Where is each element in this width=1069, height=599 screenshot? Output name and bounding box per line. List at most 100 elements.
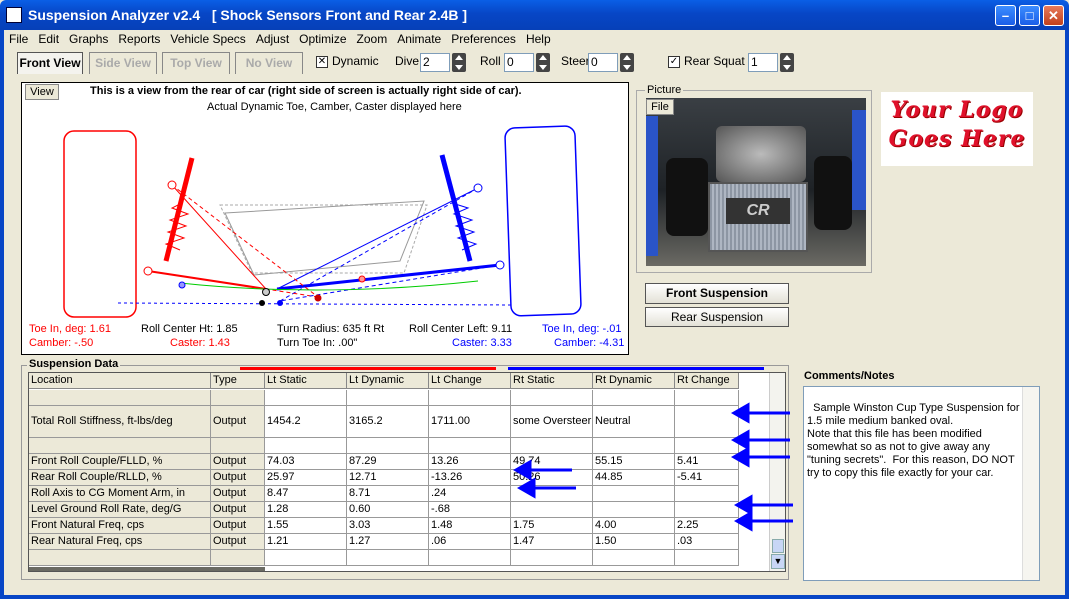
table-cell[interactable] xyxy=(675,486,739,502)
menu-edit[interactable]: Edit xyxy=(33,30,64,48)
table-cell[interactable]: Neutral xyxy=(593,406,675,438)
table-cell[interactable]: 49.74 xyxy=(511,454,593,470)
table-cell[interactable]: 3165.2 xyxy=(347,406,429,438)
table-cell[interactable] xyxy=(511,390,593,406)
table-cell[interactable] xyxy=(429,438,511,454)
table-cell[interactable] xyxy=(211,550,265,566)
menu-reports[interactable]: Reports xyxy=(113,30,165,48)
table-cell[interactable]: Front Roll Couple/FLLD, % xyxy=(29,454,211,470)
table-cell[interactable] xyxy=(675,502,739,518)
table-cell[interactable]: Output xyxy=(211,470,265,486)
rear-suspension-button[interactable]: Rear Suspension xyxy=(645,307,789,327)
table-cell[interactable]: 25.97 xyxy=(265,470,347,486)
view-button[interactable]: View xyxy=(25,84,59,100)
table-cell[interactable] xyxy=(29,390,211,406)
table-cell[interactable] xyxy=(265,550,347,566)
table-cell[interactable] xyxy=(675,390,739,406)
menu-vehicle-specs[interactable]: Vehicle Specs xyxy=(165,30,250,48)
table-cell[interactable]: 1.21 xyxy=(265,534,347,550)
tab-side-view[interactable]: Side View xyxy=(89,52,157,74)
table-cell[interactable] xyxy=(593,502,675,518)
table-cell[interactable] xyxy=(265,390,347,406)
dive-spinner[interactable] xyxy=(452,53,466,72)
table-cell[interactable] xyxy=(211,390,265,406)
roll-spinner[interactable] xyxy=(536,53,550,72)
table-cell[interactable]: 87.29 xyxy=(347,454,429,470)
table-cell[interactable] xyxy=(511,438,593,454)
table-cell[interactable]: .03 xyxy=(675,534,739,550)
table-cell[interactable]: -13.26 xyxy=(429,470,511,486)
column-header-location[interactable]: Location xyxy=(29,373,211,389)
dynamic-checkbox[interactable]: ✕ Dynamic xyxy=(316,54,379,68)
notes-scrollbar[interactable] xyxy=(1022,387,1039,580)
table-cell[interactable]: 44.85 xyxy=(593,470,675,486)
table-cell[interactable] xyxy=(593,390,675,406)
table-cell[interactable]: 50.26 xyxy=(511,470,593,486)
column-header-lt-change[interactable]: Lt Change xyxy=(429,373,511,389)
dive-input[interactable]: 2 xyxy=(420,53,450,72)
minimize-button[interactable]: – xyxy=(995,5,1016,26)
table-cell[interactable] xyxy=(675,406,739,438)
table-cell[interactable]: Level Ground Roll Rate, deg/G xyxy=(29,502,211,518)
table-cell[interactable]: Rear Roll Couple/RLLD, % xyxy=(29,470,211,486)
column-header-rt-static[interactable]: Rt Static xyxy=(511,373,593,389)
table-cell[interactable]: Roll Axis to CG Moment Arm, in xyxy=(29,486,211,502)
table-cell[interactable] xyxy=(675,550,739,566)
table-cell[interactable] xyxy=(347,438,429,454)
rear-squat-spinner[interactable] xyxy=(780,53,794,72)
table-cell[interactable]: 1.55 xyxy=(265,518,347,534)
front-view-pane[interactable]: View This is a view from the rear of car… xyxy=(21,82,629,355)
table-cell[interactable] xyxy=(593,438,675,454)
table-cell[interactable] xyxy=(429,390,511,406)
table-cell[interactable] xyxy=(675,438,739,454)
table-cell[interactable]: 5.41 xyxy=(675,454,739,470)
table-cell[interactable]: 1.75 xyxy=(511,518,593,534)
table-cell[interactable]: 12.71 xyxy=(347,470,429,486)
table-cell[interactable]: Rear Natural Freq, cps xyxy=(29,534,211,550)
table-cell[interactable]: 13.26 xyxy=(429,454,511,470)
column-header-type[interactable]: Type xyxy=(211,373,265,389)
notes-textarea[interactable]: Sample Winston Cup Type Suspension for 1… xyxy=(803,386,1040,581)
table-cell[interactable]: 8.47 xyxy=(265,486,347,502)
table-cell[interactable] xyxy=(29,550,211,566)
menu-preferences[interactable]: Preferences xyxy=(446,30,521,48)
table-cell[interactable]: 1.48 xyxy=(429,518,511,534)
table-cell[interactable] xyxy=(511,550,593,566)
table-cell[interactable]: 1711.00 xyxy=(429,406,511,438)
tab-top-view[interactable]: Top View xyxy=(162,52,230,74)
table-cell[interactable] xyxy=(347,390,429,406)
grid-scrollbar[interactable]: ▼ xyxy=(769,373,785,571)
table-cell[interactable]: 2.25 xyxy=(675,518,739,534)
menu-optimize[interactable]: Optimize xyxy=(294,30,351,48)
table-cell[interactable]: Output xyxy=(211,454,265,470)
steer-spinner[interactable] xyxy=(620,53,634,72)
column-header-lt-static[interactable]: Lt Static xyxy=(265,373,347,389)
table-cell[interactable]: 0.60 xyxy=(347,502,429,518)
table-cell[interactable]: Output xyxy=(211,534,265,550)
rear-squat-input[interactable]: 1 xyxy=(748,53,778,72)
column-header-lt-dynamic[interactable]: Lt Dynamic xyxy=(347,373,429,389)
table-cell[interactable]: 55.15 xyxy=(593,454,675,470)
picture-file-button[interactable]: File xyxy=(646,99,674,115)
table-cell[interactable] xyxy=(593,550,675,566)
column-header-rt-dynamic[interactable]: Rt Dynamic xyxy=(593,373,675,389)
table-cell[interactable]: .06 xyxy=(429,534,511,550)
table-cell[interactable]: 8.71 xyxy=(347,486,429,502)
table-cell[interactable]: .24 xyxy=(429,486,511,502)
steer-input[interactable]: 0 xyxy=(588,53,618,72)
table-cell[interactable]: -.68 xyxy=(429,502,511,518)
menu-help[interactable]: Help xyxy=(521,30,556,48)
tab-front-view[interactable]: Front View xyxy=(17,52,83,74)
table-cell[interactable]: 3.03 xyxy=(347,518,429,534)
table-cell[interactable]: Output xyxy=(211,518,265,534)
maximize-button[interactable]: □ xyxy=(1019,5,1040,26)
table-cell[interactable] xyxy=(29,438,211,454)
menu-adjust[interactable]: Adjust xyxy=(251,30,294,48)
tab-no-view[interactable]: No View xyxy=(235,52,303,74)
rear-squat-checkbox[interactable]: ✓ Rear Squat xyxy=(668,54,745,68)
table-cell[interactable]: 4.00 xyxy=(593,518,675,534)
table-cell[interactable]: 74.03 xyxy=(265,454,347,470)
menu-animate[interactable]: Animate xyxy=(392,30,446,48)
menu-zoom[interactable]: Zoom xyxy=(352,30,393,48)
grid-scroll-thumb[interactable] xyxy=(772,539,784,553)
